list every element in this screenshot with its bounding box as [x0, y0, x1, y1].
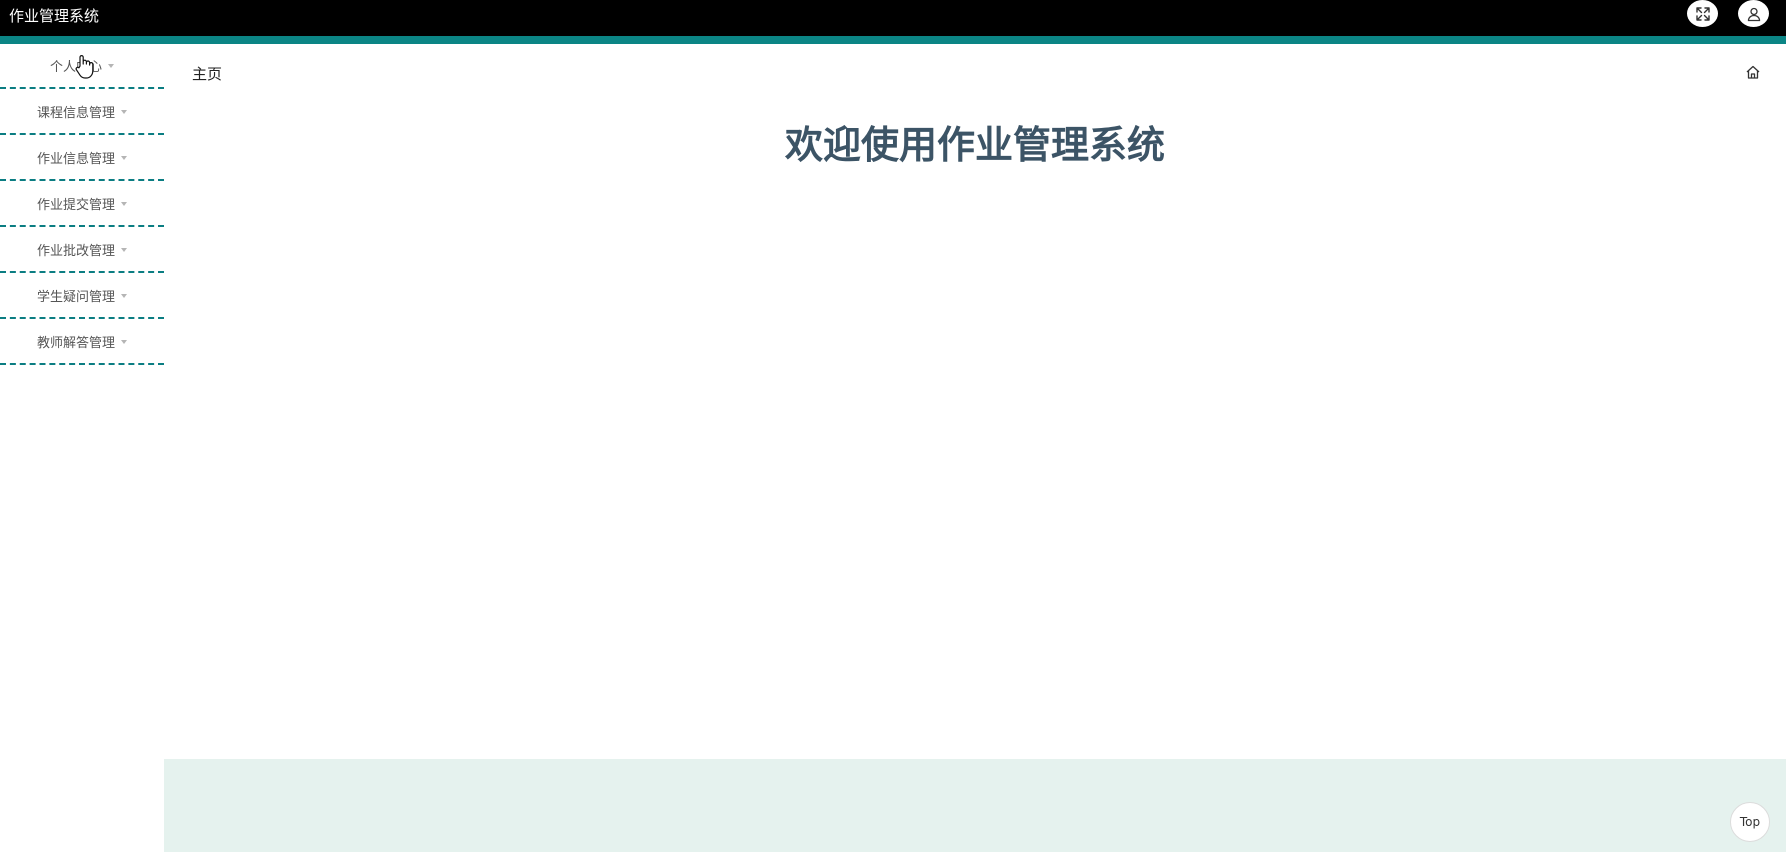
user-icon — [1747, 7, 1760, 21]
sidebar-menu: 个人中心 课程信息管理 作业信息管理 作业提交管理 作业批改管理 学生疑问管理 … — [0, 44, 164, 365]
fullscreen-icon — [1695, 6, 1710, 21]
sidebar-item-label: 教师解答管理 — [36, 335, 115, 351]
caret-down-icon — [121, 201, 127, 206]
top-bar: 作业管理系统 — [0, 0, 1786, 36]
caret-down-icon — [121, 109, 127, 114]
sidebar-item-course-info[interactable]: 课程信息管理 — [0, 89, 164, 135]
caret-down-icon — [121, 293, 127, 298]
sidebar-item-label: 作业信息管理 — [36, 151, 115, 167]
user-avatar-button[interactable] — [1738, 0, 1769, 27]
sidebar-item-personal-center[interactable]: 个人中心 — [0, 44, 164, 89]
breadcrumb: 主页 — [192, 65, 223, 83]
sidebar-item-student-questions[interactable]: 学生疑问管理 — [0, 273, 164, 319]
caret-down-icon — [121, 339, 127, 344]
welcome-title: 欢迎使用作业管理系统 — [784, 123, 1165, 167]
sidebar-item-label: 课程信息管理 — [36, 105, 115, 121]
sidebar-item-teacher-answers[interactable]: 教师解答管理 — [0, 319, 164, 365]
home-icon[interactable] — [1745, 64, 1761, 80]
sidebar-item-homework-grading[interactable]: 作业批改管理 — [0, 227, 164, 273]
footer-area — [164, 759, 1786, 852]
back-to-top-button[interactable]: Top — [1730, 802, 1770, 842]
app-title: 作业管理系统 — [9, 7, 100, 25]
sidebar-item-label: 作业批改管理 — [36, 243, 115, 259]
header-accent-strip — [0, 36, 1786, 44]
caret-down-icon — [121, 155, 127, 160]
caret-down-icon — [108, 64, 114, 68]
sidebar-item-homework-submission[interactable]: 作业提交管理 — [0, 181, 164, 227]
sidebar-item-homework-info[interactable]: 作业信息管理 — [0, 135, 164, 181]
sidebar-item-label: 作业提交管理 — [36, 197, 115, 213]
caret-down-icon — [121, 247, 127, 252]
sidebar-item-label: 个人中心 — [49, 60, 102, 75]
fullscreen-button[interactable] — [1687, 0, 1718, 27]
sidebar-item-label: 学生疑问管理 — [36, 289, 115, 305]
